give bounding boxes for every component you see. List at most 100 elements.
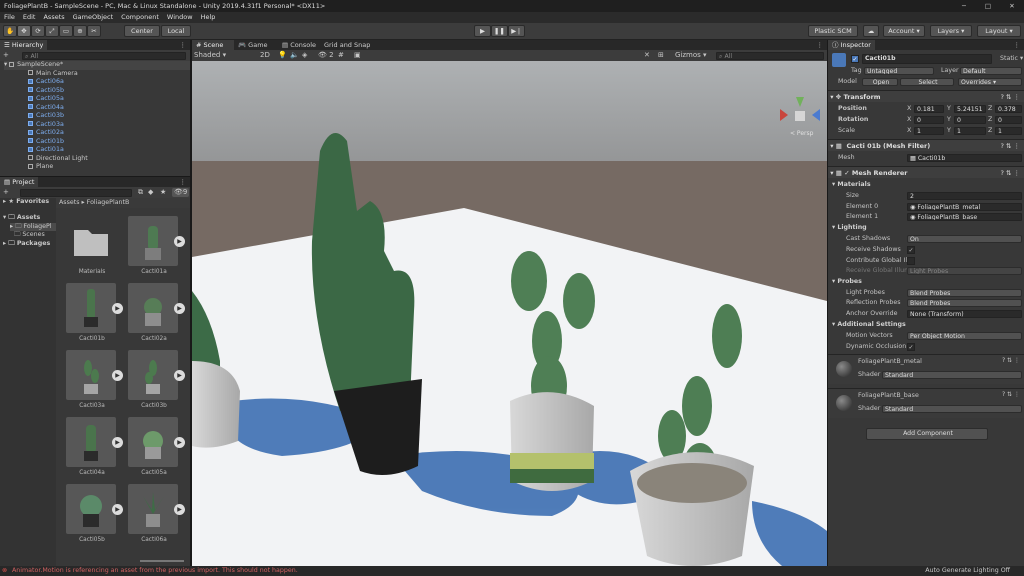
asset-tile[interactable]: ▶ Cacti01a bbox=[128, 216, 188, 282]
menu-kebab-icon[interactable]: ⋮ bbox=[180, 40, 187, 50]
view-options-icon[interactable]: ⊞ bbox=[658, 50, 664, 61]
tree-scenes[interactable]: 🗀 Scenes bbox=[14, 231, 45, 240]
component-settings-icon[interactable]: ? ⇅ ⋮ bbox=[1002, 357, 1020, 364]
receive-shadows-checkbox[interactable]: ✓ bbox=[907, 246, 915, 254]
close-button[interactable]: ✕ bbox=[1000, 0, 1024, 12]
asset-tile[interactable]: ▶ Cacti03a bbox=[66, 350, 126, 416]
label-icon[interactable]: ◆ bbox=[148, 187, 153, 198]
rotation-y-field[interactable]: 0 bbox=[954, 116, 986, 124]
create-asset-button[interactable]: + bbox=[3, 187, 9, 198]
shader-dropdown[interactable]: Standard bbox=[882, 371, 1022, 379]
project-search-input[interactable] bbox=[20, 189, 132, 197]
shader-dropdown[interactable]: Standard bbox=[882, 405, 1022, 413]
list-item[interactable]: Cacti02a bbox=[28, 129, 64, 138]
cast-shadows-dropdown[interactable]: On bbox=[907, 235, 1022, 243]
asset-tile[interactable]: ▶ Cacti03b bbox=[128, 350, 188, 416]
layers-dropdown[interactable]: Layers ▾ bbox=[930, 25, 972, 37]
minimize-button[interactable]: ─ bbox=[952, 0, 976, 12]
position-z-field[interactable]: 0.378 bbox=[995, 105, 1022, 113]
pause-button[interactable]: ❚❚ bbox=[491, 25, 508, 37]
play-button[interactable]: ▶ bbox=[474, 25, 491, 37]
grid-toggle-icon[interactable]: # bbox=[338, 50, 344, 61]
space-local-button[interactable]: Local bbox=[161, 25, 191, 37]
pivot-center-button[interactable]: Center bbox=[124, 25, 160, 37]
expand-prefab-icon[interactable]: ▶ bbox=[112, 370, 123, 381]
menu-kebab-icon[interactable]: ⋮ bbox=[817, 40, 824, 50]
list-item[interactable]: Cacti06a bbox=[28, 78, 64, 87]
tab-console[interactable]: ▤ Console bbox=[278, 40, 320, 50]
scale-y-field[interactable]: 1 bbox=[954, 127, 986, 135]
menu-kebab-icon[interactable]: ⋮ bbox=[180, 177, 187, 187]
list-item[interactable]: Cacti01b bbox=[28, 138, 64, 147]
tab-scene[interactable]: # Scene bbox=[192, 40, 234, 50]
status-message[interactable]: Animator.Motion is referencing an asset … bbox=[12, 566, 298, 576]
position-x-field[interactable]: 0.181 bbox=[914, 105, 944, 113]
star-icon[interactable]: ★ bbox=[160, 187, 166, 198]
plastic-scm-button[interactable]: Plastic SCM bbox=[808, 25, 858, 37]
rotation-x-field[interactable]: 0 bbox=[914, 116, 944, 124]
open-button[interactable]: Open bbox=[862, 78, 898, 86]
account-dropdown[interactable]: Account ▾ bbox=[883, 25, 925, 37]
layer-dropdown[interactable]: Default bbox=[960, 67, 1022, 75]
asset-tile[interactable]: ▶ Cacti05a bbox=[128, 417, 188, 483]
element-1-field[interactable]: ◉ FoliagePlantB_base bbox=[907, 213, 1022, 221]
menu-kebab-icon[interactable]: ⋮ bbox=[1014, 40, 1021, 50]
expand-prefab-icon[interactable]: ▶ bbox=[112, 504, 123, 515]
tab-hierarchy[interactable]: ☰ Hierarchy bbox=[0, 40, 48, 50]
mesh-filter-header[interactable]: ▾ ▦ Cacti 01b (Mesh Filter)? ⇅ ⋮ bbox=[828, 139, 1024, 151]
overrides-dropdown[interactable]: Overrides ▾ bbox=[958, 78, 1022, 86]
menu-edit[interactable]: Edit bbox=[19, 12, 40, 23]
list-item[interactable]: Main Camera bbox=[28, 70, 78, 79]
list-item[interactable]: Cacti03a bbox=[28, 121, 64, 130]
add-object-button[interactable]: + bbox=[3, 50, 9, 61]
cloud-icon[interactable]: ☁ bbox=[863, 25, 879, 37]
menu-file[interactable]: File bbox=[0, 12, 19, 23]
scale-x-field[interactable]: 1 bbox=[914, 127, 944, 135]
tab-inspector[interactable]: ⓘ Inspector bbox=[828, 40, 875, 50]
dynamic-occlusion-checkbox[interactable]: ✓ bbox=[907, 343, 915, 351]
menu-help[interactable]: Help bbox=[197, 12, 220, 23]
menu-component[interactable]: Component bbox=[117, 12, 163, 23]
menu-assets[interactable]: Assets bbox=[39, 12, 68, 23]
hierarchy-search-input[interactable]: ⌕ All bbox=[22, 52, 186, 60]
scale-tool-icon[interactable]: ⤢ bbox=[45, 25, 59, 37]
hidden-objects-toggle[interactable]: 👁 2 bbox=[318, 50, 334, 61]
tree-packages[interactable]: ▸ 🗀 Packages bbox=[3, 240, 50, 249]
lighting-toggle-icon[interactable]: 💡 bbox=[278, 50, 287, 61]
list-item[interactable]: Directional Light bbox=[28, 155, 88, 164]
probes-foldout[interactable]: ▾ Probes bbox=[832, 277, 862, 287]
expand-prefab-icon[interactable]: ▶ bbox=[174, 370, 185, 381]
rotation-z-field[interactable]: 0 bbox=[995, 116, 1022, 124]
size-field[interactable]: 2 bbox=[907, 192, 1022, 200]
toggle-2d-button[interactable]: 2D bbox=[260, 50, 270, 61]
filter-icon[interactable]: ⧉ bbox=[138, 187, 143, 198]
add-component-button[interactable]: Add Component bbox=[866, 428, 988, 440]
layout-dropdown[interactable]: Layout ▾ bbox=[977, 25, 1021, 37]
maximize-button[interactable]: □ bbox=[976, 0, 1000, 12]
rect-tool-icon[interactable]: ▭ bbox=[59, 25, 73, 37]
tab-grid-snap[interactable]: Grid and Snap bbox=[320, 40, 374, 50]
list-item[interactable]: Cacti03b bbox=[28, 112, 64, 121]
effects-toggle-icon[interactable]: ◈ bbox=[302, 50, 307, 61]
shading-mode-dropdown[interactable]: Shaded ▾ bbox=[194, 50, 226, 61]
scene-row[interactable]: ▾ SampleScene* bbox=[4, 61, 190, 70]
asset-tile[interactable]: ▶ Cacti01b bbox=[66, 283, 126, 349]
static-checkbox[interactable]: Static ▾ bbox=[1000, 54, 1023, 64]
scene-viewport[interactable]: < Persp bbox=[192, 61, 827, 566]
expand-prefab-icon[interactable]: ▶ bbox=[112, 303, 123, 314]
reflection-probes-dropdown[interactable]: Blend Probes bbox=[907, 299, 1022, 307]
custom-tool-icon[interactable]: ✂ bbox=[87, 25, 101, 37]
move-tool-icon[interactable]: ✥ bbox=[17, 25, 31, 37]
tree-assets[interactable]: ▾ 🗀 Assets bbox=[3, 214, 40, 223]
lighting-foldout[interactable]: ▾ Lighting bbox=[832, 223, 867, 233]
position-y-field[interactable]: 5.24151 bbox=[954, 105, 986, 113]
list-item[interactable]: Cacti04a bbox=[28, 104, 64, 113]
step-button[interactable]: ▶❘ bbox=[508, 25, 525, 37]
rotate-tool-icon[interactable]: ⟳ bbox=[31, 25, 45, 37]
scale-z-field[interactable]: 1 bbox=[995, 127, 1022, 135]
tree-favorites[interactable]: ▸ ★ Favorites bbox=[3, 198, 49, 207]
menu-window[interactable]: Window bbox=[163, 12, 197, 23]
motion-vectors-dropdown[interactable]: Per Object Motion bbox=[907, 332, 1022, 340]
hand-tool-icon[interactable]: ✋ bbox=[3, 25, 17, 37]
expand-prefab-icon[interactable]: ▶ bbox=[174, 236, 185, 247]
